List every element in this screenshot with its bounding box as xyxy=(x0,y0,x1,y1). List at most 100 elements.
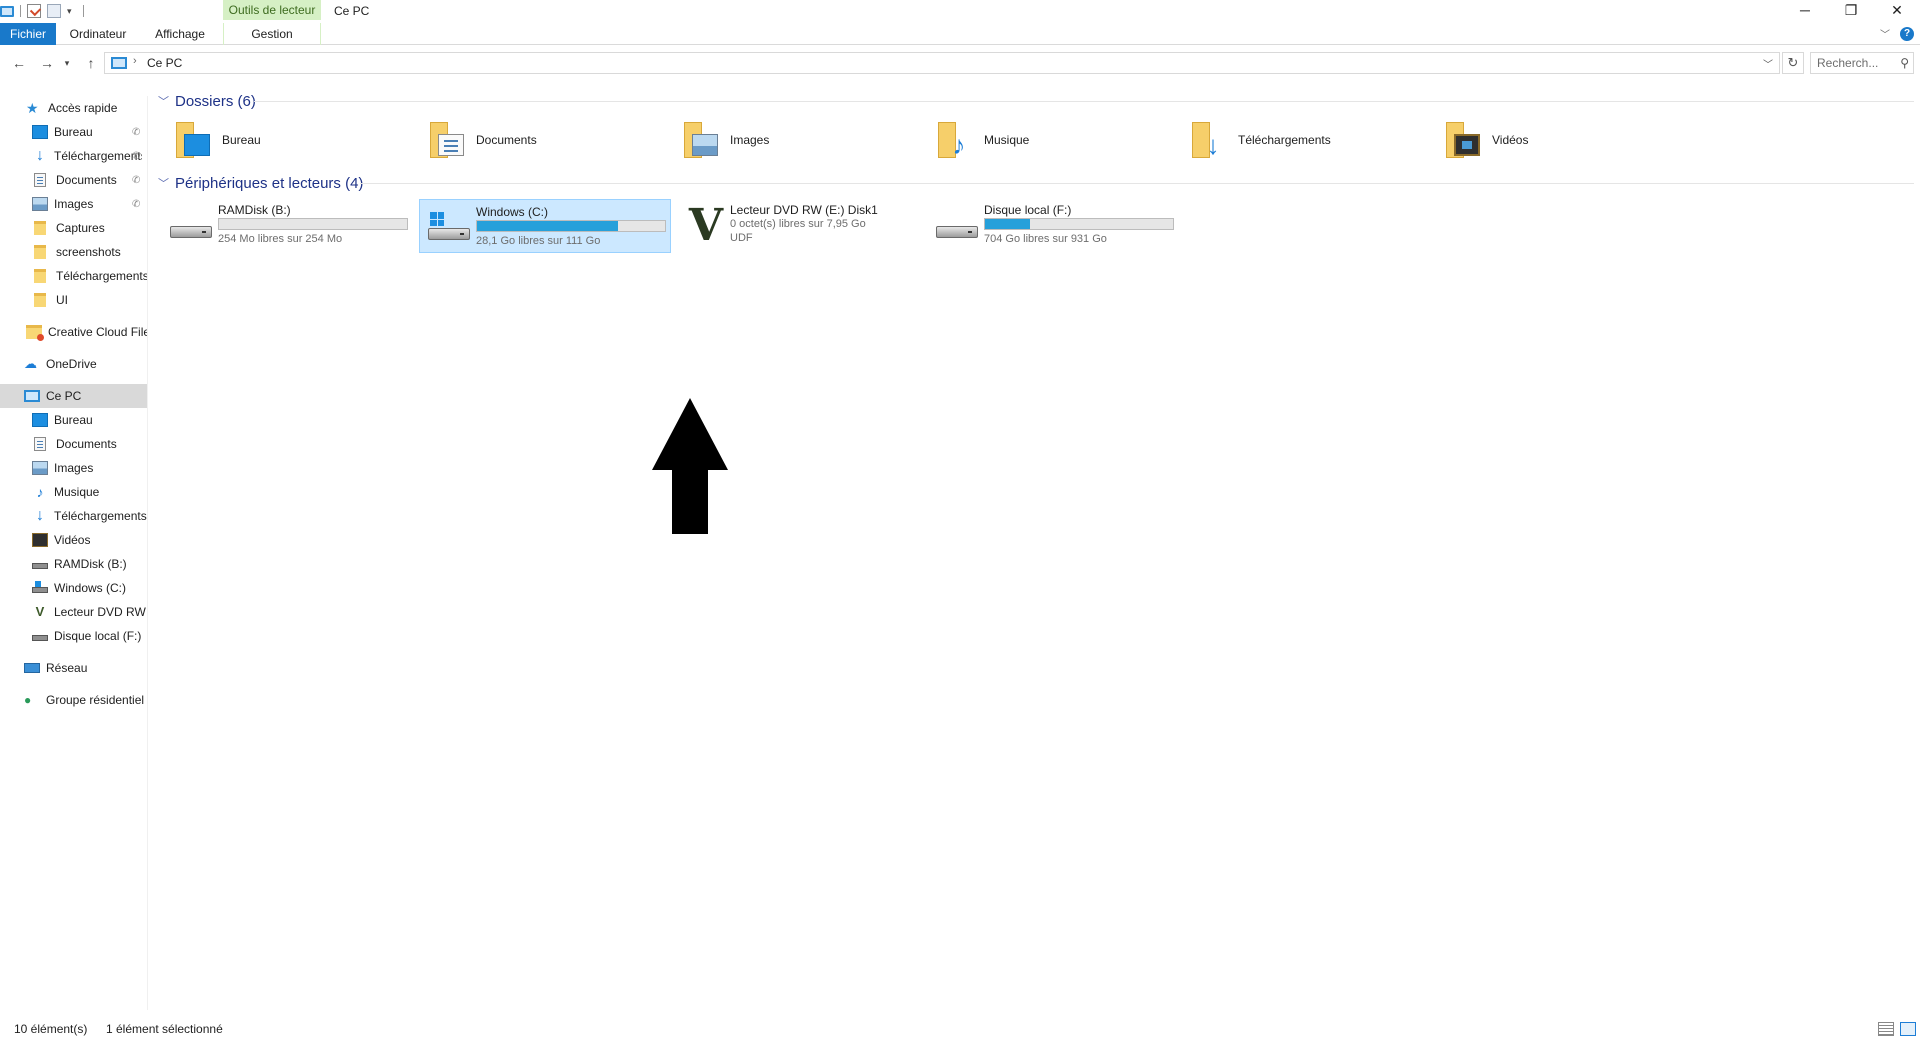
sidebar-item-label: screenshots xyxy=(56,245,121,259)
collapse-chevron-icon[interactable]: ﹀ xyxy=(158,175,169,191)
group-header-dossiers[interactable]: ﹀ Dossiers (6) xyxy=(158,90,256,112)
sidebar-item-label: UI xyxy=(56,293,68,307)
recent-locations-chevron-icon[interactable]: ▾ xyxy=(60,52,74,74)
folder-videos[interactable]: Vidéos xyxy=(1446,118,1528,162)
group-title: Dossiers (6) xyxy=(175,92,256,110)
sidebar-item-windows-c[interactable]: Windows (C:) xyxy=(0,576,147,600)
drive-free-space: 28,1 Go libres sur 111 Go xyxy=(476,235,601,247)
sidebar-item-documents[interactable]: Documents ✆ xyxy=(0,168,147,192)
folder-icon xyxy=(34,269,46,283)
sidebar-item-telechargements-folder[interactable]: Téléchargements xyxy=(0,264,147,288)
pin-icon[interactable]: ✆ xyxy=(132,175,140,186)
sidebar-item-label: Windows (C:) xyxy=(54,581,127,595)
up-arrow-icon[interactable]: ↑ xyxy=(80,52,102,74)
sidebar-item-label: Vidéos xyxy=(54,533,91,547)
drive-windows-c[interactable]: Windows (C:) 28,1 Go libres sur 111 Go xyxy=(419,199,671,253)
tiles-view-icon[interactable] xyxy=(1900,1022,1916,1036)
details-view-icon[interactable] xyxy=(1878,1022,1894,1036)
tab-gestion[interactable]: Gestion xyxy=(223,23,321,45)
help-icon[interactable]: ? xyxy=(1900,26,1914,41)
expand-ribbon-chevron-icon[interactable]: ﹀ xyxy=(1880,26,1890,41)
ribbon-tabs: Fichier Ordinateur Affichage Gestion ﹀ ? xyxy=(0,23,1920,45)
sidebar-item-bureau[interactable]: Bureau ✆ xyxy=(0,120,147,144)
group-title: Périphériques et lecteurs (4) xyxy=(175,174,364,192)
search-icon[interactable]: ⚲ xyxy=(1900,56,1909,70)
drive-ramdisk-b[interactable]: RAMDisk (B:) 254 Mo libres sur 254 Mo xyxy=(162,198,414,252)
drive-icon xyxy=(32,635,48,641)
navigation-pane: ★ Accès rapide Bureau ✆ ↓ Téléchargement… xyxy=(0,96,148,1010)
pin-icon[interactable]: ✆ xyxy=(132,127,140,138)
sidebar-item-telechargements-pc[interactable]: ↓ Téléchargements xyxy=(0,504,147,528)
back-arrow-icon[interactable]: ← xyxy=(8,52,30,74)
breadcrumb[interactable]: Ce PC xyxy=(147,56,182,70)
up-arrow-annotation-icon xyxy=(652,398,728,534)
group-divider xyxy=(254,101,1914,102)
folder-bureau[interactable]: Bureau xyxy=(176,118,261,162)
drive-free-space: 0 octet(s) libres sur 7,95 Go xyxy=(730,218,866,230)
sidebar-item-label: Disque local (F:) xyxy=(54,629,142,643)
hard-drive-icon xyxy=(170,214,214,244)
restore-button[interactable]: ❐ xyxy=(1828,0,1874,22)
sidebar-item-groupe-residentiel[interactable]: ● Groupe résidentiel xyxy=(0,688,147,712)
sidebar-item-ui[interactable]: UI xyxy=(0,288,147,312)
pin-icon[interactable]: ✆ xyxy=(132,199,140,210)
folder-images[interactable]: Images xyxy=(684,118,769,162)
customize-toolbar-chevron-icon[interactable]: ▾ xyxy=(67,4,77,18)
sidebar-item-bureau-pc[interactable]: Bureau xyxy=(0,408,147,432)
sidebar-item-acces-rapide[interactable]: ★ Accès rapide xyxy=(0,96,147,120)
sidebar-item-images[interactable]: Images ✆ xyxy=(0,192,147,216)
sidebar-item-label: Documents xyxy=(56,173,117,187)
collapse-chevron-icon[interactable]: ﹀ xyxy=(158,93,169,109)
sidebar-item-screenshots[interactable]: screenshots xyxy=(0,240,147,264)
sidebar-item-label: OneDrive xyxy=(46,357,97,371)
folder-documents[interactable]: Documents xyxy=(430,118,537,162)
sidebar-item-dvd[interactable]: V Lecteur DVD RW (E:) Disk1 xyxy=(0,600,147,624)
properties-icon[interactable] xyxy=(27,4,41,18)
address-bar[interactable]: › Ce PC ﹀ xyxy=(104,52,1780,74)
drive-usage-fill xyxy=(477,221,618,231)
sidebar-item-creative-cloud[interactable]: Creative Cloud Files xyxy=(0,320,147,344)
sidebar-item-images-pc[interactable]: Images xyxy=(0,456,147,480)
drive-usage-fill xyxy=(985,219,1031,229)
tab-affichage[interactable]: Affichage xyxy=(144,23,216,45)
drive-disque-f[interactable]: Disque local (F:) 704 Go libres sur 931 … xyxy=(928,198,1180,252)
context-tab-label: Outils de lecteur xyxy=(223,0,321,20)
pin-icon[interactable]: ✆ xyxy=(132,151,140,162)
group-header-peripheriques[interactable]: ﹀ Périphériques et lecteurs (4) xyxy=(158,172,363,194)
breadcrumb-chevron-icon[interactable]: › xyxy=(133,55,137,67)
address-dropdown-chevron-icon[interactable]: ﹀ xyxy=(1763,56,1773,71)
drive-dvd-e[interactable]: V Lecteur DVD RW (E:) Disk1 0 octet(s) l… xyxy=(674,198,926,252)
minimize-button[interactable]: ─ xyxy=(1782,0,1828,22)
sidebar-item-label: Lecteur DVD RW (E:) Disk1 xyxy=(54,605,147,619)
sidebar-item-captures[interactable]: Captures xyxy=(0,216,147,240)
tab-ordinateur[interactable]: Ordinateur xyxy=(60,23,136,45)
sidebar-item-ce-pc[interactable]: Ce PC xyxy=(0,384,147,408)
windows-drive-icon xyxy=(32,581,48,593)
music-folder-icon: ♪ xyxy=(938,122,972,158)
sidebar-item-musique[interactable]: ♪ Musique xyxy=(0,480,147,504)
sidebar-item-label: Téléchargements xyxy=(54,509,147,523)
folder-musique[interactable]: ♪ Musique xyxy=(938,118,1029,162)
sidebar-item-telechargements[interactable]: ↓ Téléchargements ✆ xyxy=(0,144,147,168)
drive-filesystem: UDF xyxy=(730,232,753,244)
folder-telechargements[interactable]: ↓ Téléchargements xyxy=(1192,118,1331,162)
sidebar-item-ramdisk[interactable]: RAMDisk (B:) xyxy=(0,552,147,576)
item-count: 10 élément(s) xyxy=(14,1022,88,1036)
search-input[interactable]: Recherch... ⚲ xyxy=(1810,52,1914,74)
selection-count: 1 élément sélectionné xyxy=(106,1022,223,1036)
sidebar-item-onedrive[interactable]: ☁ OneDrive xyxy=(0,352,147,376)
drive-usage-bar xyxy=(476,220,666,232)
drive-name: Disque local (F:) xyxy=(984,203,1072,217)
downloads-folder-icon: ↓ xyxy=(1192,122,1226,158)
tab-fichier[interactable]: Fichier xyxy=(0,23,56,45)
status-bar: 10 élément(s) 1 élément sélectionné xyxy=(0,1018,1920,1040)
document-icon xyxy=(34,437,46,451)
sidebar-item-disque-f[interactable]: Disque local (F:) xyxy=(0,624,147,648)
new-folder-icon[interactable] xyxy=(47,4,61,18)
forward-arrow-icon[interactable]: → xyxy=(36,52,58,74)
sidebar-item-documents-pc[interactable]: Documents xyxy=(0,432,147,456)
refresh-icon[interactable]: ↻ xyxy=(1782,52,1804,74)
close-button[interactable]: ✕ xyxy=(1874,0,1920,22)
sidebar-item-reseau[interactable]: Réseau xyxy=(0,656,147,680)
sidebar-item-videos[interactable]: Vidéos xyxy=(0,528,147,552)
